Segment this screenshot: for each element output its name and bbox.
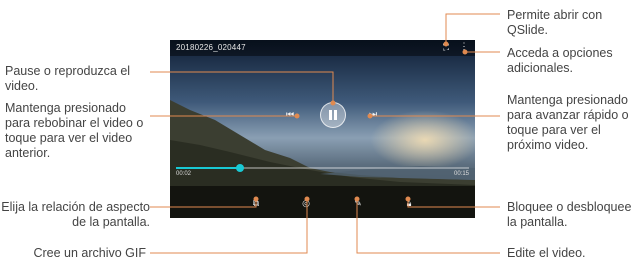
progress-fill: [176, 167, 241, 169]
callout-more-options: Acceda a opciones adicionales.: [507, 46, 613, 75]
progress-track[interactable]: [176, 164, 469, 172]
rewind-icon[interactable]: ⏮: [284, 109, 296, 120]
callout-aspect: Elija la relación de aspecto de la panta…: [1, 200, 150, 229]
lock-icon[interactable]: 🔒︎: [403, 198, 415, 209]
bottom-bar: [170, 186, 475, 218]
video-player: 20180226_020447 ⛶ ⋮ ⏮ ⏭ 00:02 00:15 ⧉ ◎ …: [170, 40, 475, 218]
callout-rewind: Mantenga presionado para rebobinar el vi…: [5, 101, 144, 160]
callout-pause-play: Pause o reproduzca el video.: [5, 64, 131, 93]
top-bar: 20180226_020447 ⛶ ⋮: [170, 40, 475, 56]
callout-lock: Bloquee o desbloquee la pantalla.: [507, 200, 632, 229]
current-time: 00:02: [176, 171, 192, 177]
aspect-ratio-icon[interactable]: ⧉: [250, 198, 262, 209]
qslide-icon[interactable]: ⛶: [441, 42, 451, 53]
more-options-icon[interactable]: ⋮: [459, 41, 469, 52]
pause-icon[interactable]: [320, 102, 346, 128]
total-time: 00:15: [453, 171, 469, 177]
edit-icon[interactable]: ✎: [352, 198, 364, 209]
video-title: 20180226_020447: [176, 43, 246, 52]
callout-qslide: Permite abrir con QSlide.: [507, 8, 603, 37]
gif-icon[interactable]: ◎: [300, 198, 312, 209]
forward-icon[interactable]: ⏭: [367, 109, 379, 120]
callout-forward: Mantenga presionado para avanzar rápido …: [507, 93, 629, 152]
